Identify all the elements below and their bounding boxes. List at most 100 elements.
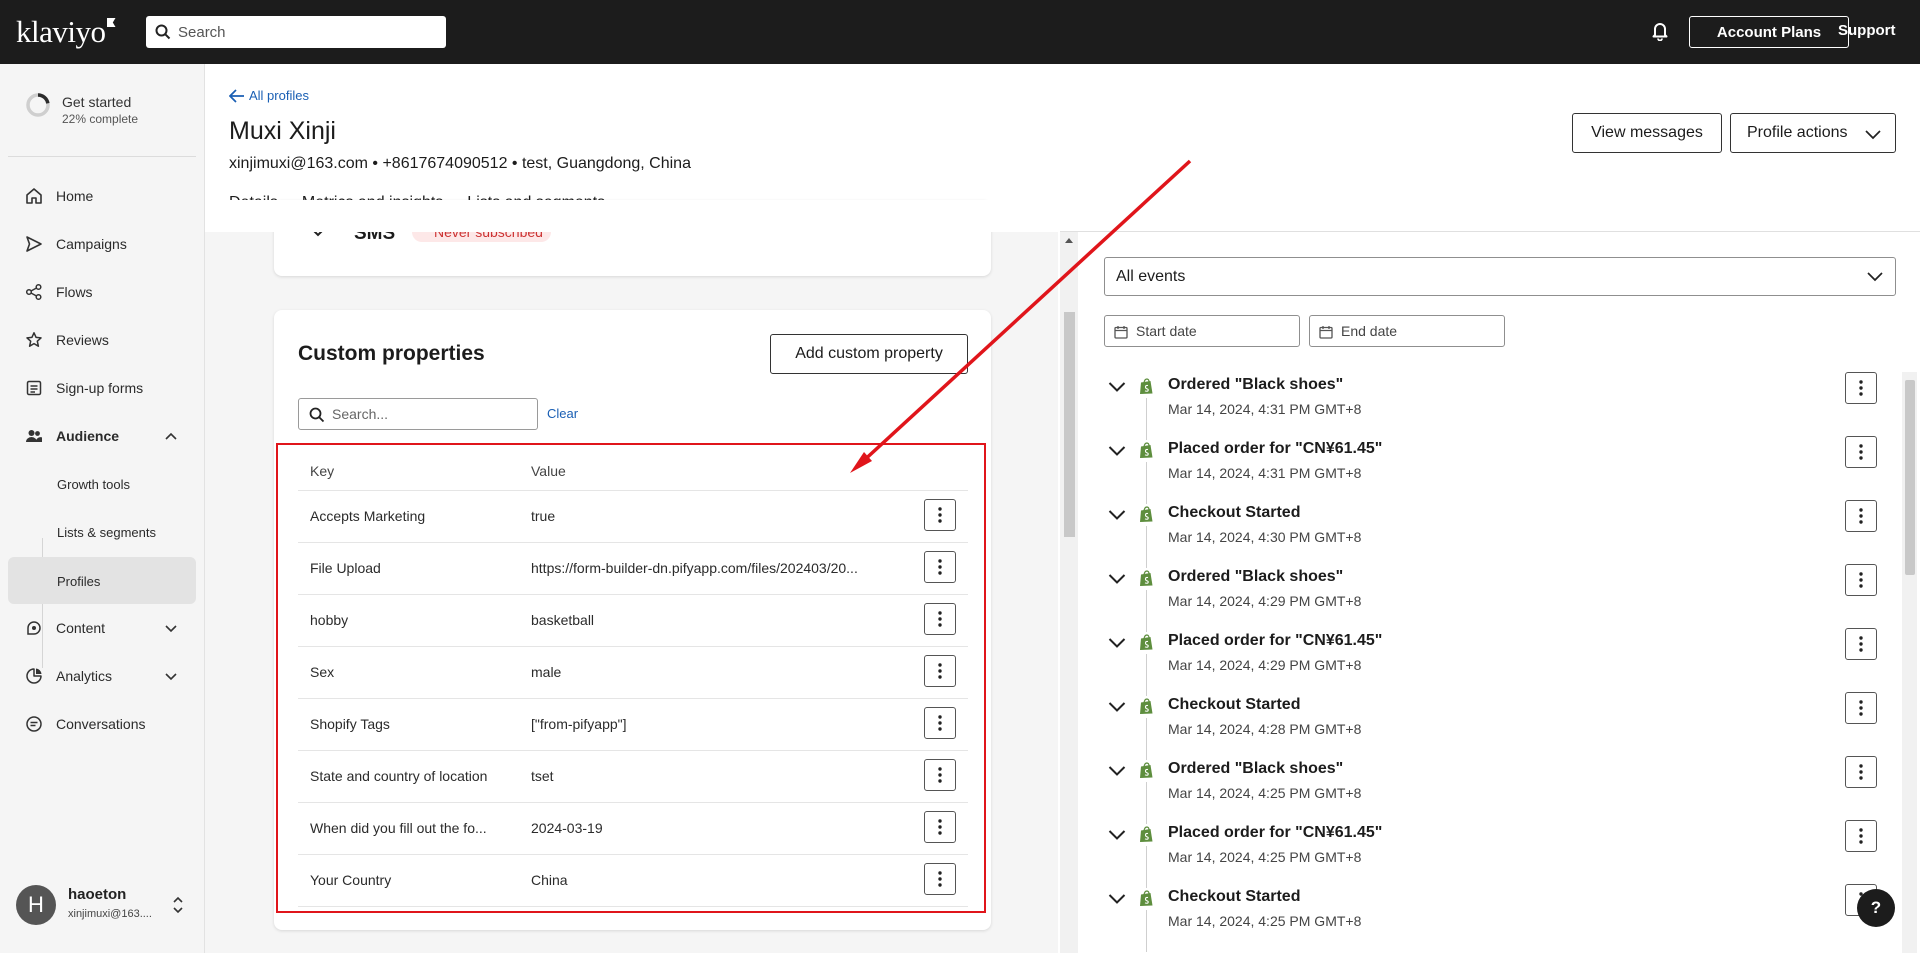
sidebar-item-content[interactable]: Content [0, 608, 205, 648]
end-date-input[interactable]: End date [1309, 315, 1505, 347]
event-title[interactable]: Checkout Started [1168, 504, 1300, 522]
timeline-line [1146, 718, 1147, 760]
klaviyo-logo[interactable]: klaviyo [16, 14, 116, 50]
sidebar-item-conversations[interactable]: Conversations [0, 704, 205, 744]
event-filter-select[interactable]: All events [1104, 257, 1896, 296]
event-title[interactable]: Checkout Started [1168, 696, 1300, 714]
help-button[interactable]: ? [1857, 889, 1895, 927]
chat-icon [26, 716, 42, 732]
chevron-down-icon[interactable] [1108, 509, 1126, 521]
sidebar-item-home[interactable]: Home [0, 176, 205, 216]
support-link[interactable]: Support [1838, 22, 1896, 39]
event-actions-button[interactable] [1845, 436, 1877, 468]
events-scroll-thumb[interactable] [1905, 380, 1915, 575]
scroll-up-icon[interactable] [1064, 236, 1074, 244]
add-custom-property-button[interactable]: Add custom property [770, 334, 968, 374]
chevron-down-icon[interactable] [1108, 381, 1126, 393]
event-timestamp: Mar 14, 2024, 4:25 PM GMT+8 [1168, 785, 1362, 801]
timeline-line [1146, 654, 1147, 696]
sidebar-item-signup-forms[interactable]: Sign-up forms [0, 368, 205, 408]
timeline-line [1146, 462, 1147, 504]
event-title[interactable]: Placed order for "CN¥61.45" [1168, 632, 1382, 650]
event-timestamp: Mar 14, 2024, 4:29 PM GMT+8 [1168, 593, 1362, 609]
chevron-down-icon[interactable] [1108, 573, 1126, 585]
flows-icon [25, 283, 42, 301]
custom-properties-search-input[interactable]: Search... [298, 398, 538, 430]
timeline-line [1146, 782, 1147, 824]
more-vertical-icon [1859, 444, 1863, 460]
event-actions-button[interactable] [1845, 628, 1877, 660]
timeline-line [1146, 846, 1147, 888]
global-search-input[interactable]: Search [146, 16, 446, 48]
event-title[interactable]: Ordered "Black shoes" [1168, 376, 1343, 394]
more-vertical-icon [1859, 636, 1863, 652]
chevron-down-icon[interactable] [1108, 893, 1126, 905]
sidebar-item-growth-tools[interactable]: Growth tools [0, 464, 205, 504]
chevron-up-icon[interactable] [164, 429, 178, 443]
event-actions-button[interactable] [1845, 564, 1877, 596]
sidebar-item-analytics[interactable]: Analytics [0, 656, 205, 696]
more-vertical-icon [1859, 380, 1863, 396]
arrow-left-icon [229, 88, 244, 103]
sidebar-item-audience[interactable]: Audience [0, 416, 205, 456]
search-icon [155, 24, 171, 40]
chevron-down-icon[interactable] [1108, 765, 1126, 777]
event-actions-button[interactable] [1845, 372, 1877, 404]
event-timestamp: Mar 14, 2024, 4:25 PM GMT+8 [1168, 849, 1362, 865]
get-started-link[interactable]: Get started [62, 94, 131, 110]
event-actions-button[interactable] [1845, 500, 1877, 532]
event-actions-button[interactable] [1845, 820, 1877, 852]
back-to-all-profiles-link[interactable]: All profiles [229, 88, 309, 103]
highlight-box [276, 443, 986, 913]
timeline-line [1146, 590, 1147, 632]
chevron-down-icon[interactable] [1108, 829, 1126, 841]
event-timestamp: Mar 14, 2024, 4:31 PM GMT+8 [1168, 401, 1362, 417]
event-timestamp: Mar 14, 2024, 4:30 PM GMT+8 [1168, 529, 1362, 545]
chevron-down-icon[interactable] [1108, 445, 1126, 457]
chevron-up-down-icon[interactable] [172, 895, 184, 915]
event-title[interactable]: Placed order for "CN¥61.45" [1168, 440, 1382, 458]
chevron-down-icon [1865, 130, 1881, 140]
bell-icon[interactable] [1651, 21, 1669, 41]
event-title[interactable]: Ordered "Black shoes" [1168, 760, 1343, 778]
start-date-input[interactable]: Start date [1104, 315, 1300, 347]
sidebar-item-reviews[interactable]: Reviews [0, 320, 205, 360]
profile-actions-button[interactable]: Profile actions [1730, 113, 1896, 153]
send-icon [26, 236, 42, 252]
event-actions-button[interactable] [1845, 692, 1877, 724]
chevron-down-icon[interactable] [1108, 637, 1126, 649]
sidebar-item-lists-segments[interactable]: Lists & segments [0, 512, 205, 552]
shopify-icon [1140, 570, 1153, 586]
user-email: xinjimuxi@163.... [68, 908, 152, 920]
chevron-down-icon[interactable] [164, 669, 178, 683]
chevron-down-icon [1867, 272, 1883, 282]
people-icon [26, 430, 42, 442]
event-timestamp: Mar 14, 2024, 4:28 PM GMT+8 [1168, 721, 1362, 737]
star-icon [26, 332, 42, 347]
view-messages-button[interactable]: View messages [1572, 113, 1722, 153]
progress-ring-icon [26, 93, 50, 117]
sidebar-item-flows[interactable]: Flows [0, 272, 205, 312]
profile-name: Muxi Xinji [229, 117, 336, 145]
more-vertical-icon [1859, 764, 1863, 780]
more-vertical-icon [1859, 508, 1863, 524]
event-title[interactable]: Checkout Started [1168, 888, 1300, 906]
timeline-line [1146, 526, 1147, 568]
sidebar-item-profiles[interactable]: Profiles [8, 557, 196, 604]
clear-search-link[interactable]: Clear [547, 406, 578, 421]
form-icon [26, 380, 42, 396]
event-actions-button[interactable] [1845, 756, 1877, 788]
chevron-down-icon[interactable] [1108, 701, 1126, 713]
more-vertical-icon [1859, 828, 1863, 844]
event-title[interactable]: Placed order for "CN¥61.45" [1168, 824, 1382, 842]
top-bar: klaviyo Search Account Plans Support [0, 0, 1920, 64]
account-plans-button[interactable]: Account Plans [1689, 16, 1849, 48]
chevron-down-icon[interactable] [164, 621, 178, 635]
more-vertical-icon [1859, 700, 1863, 716]
content-icon [27, 621, 41, 635]
event-title[interactable]: Ordered "Black shoes" [1168, 568, 1343, 586]
left-panel-scroll-thumb[interactable] [1064, 312, 1075, 537]
sidebar-item-campaigns[interactable]: Campaigns [0, 224, 205, 264]
get-started-progress: 22% complete [62, 112, 139, 126]
profile-contact-info: xinjimuxi@163.com • +8617674090512 • tes… [229, 155, 691, 172]
